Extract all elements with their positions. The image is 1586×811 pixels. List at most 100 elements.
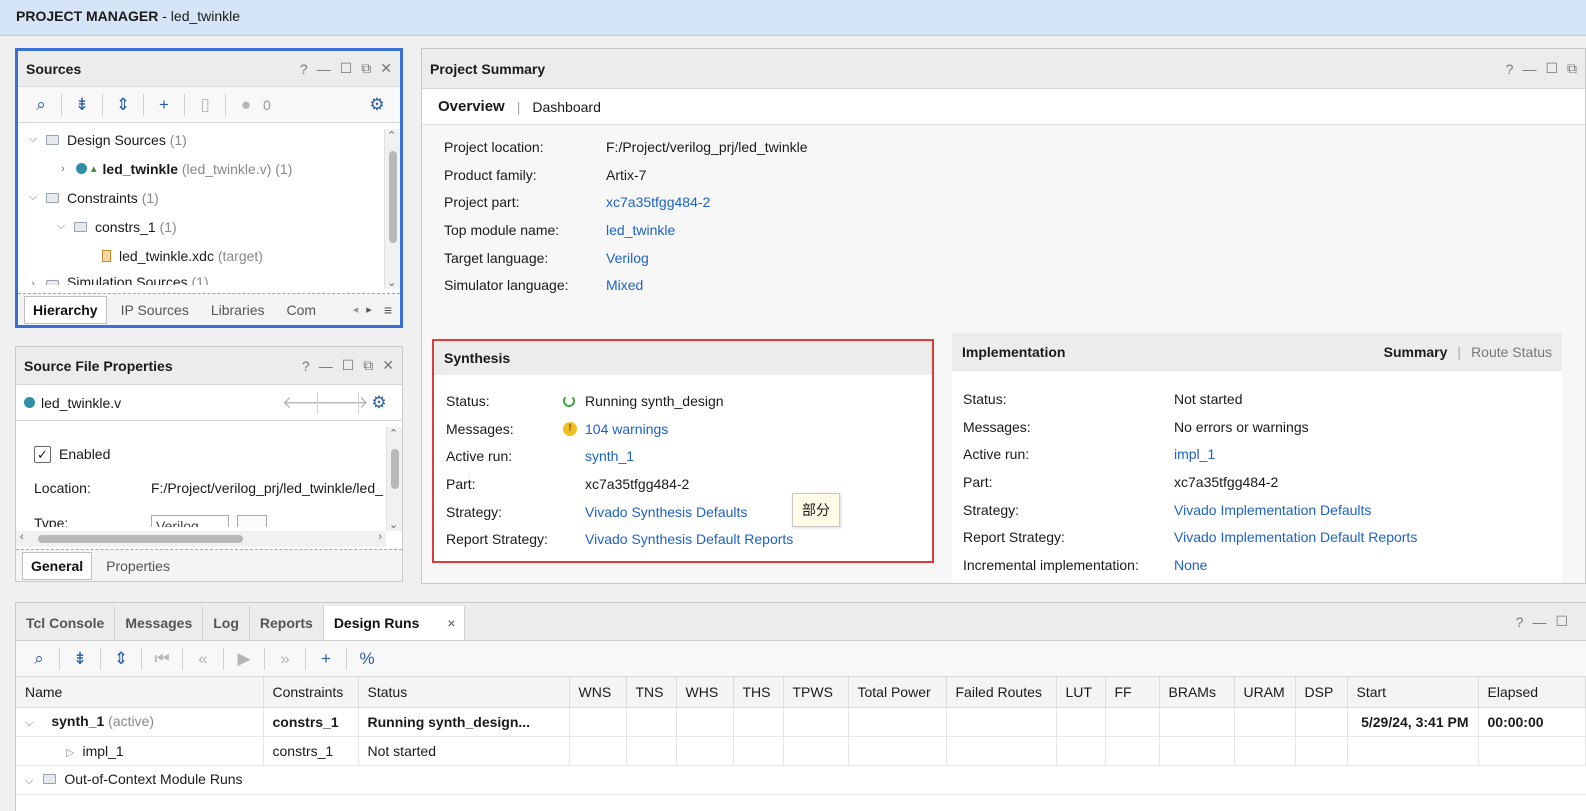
table-row[interactable]: ⌵ synth_1 (active) constrs_1 Running synt… <box>16 707 1586 737</box>
collapse-all-icon[interactable]: ⇟ <box>65 649 95 669</box>
enabled-checkbox[interactable]: ✓ <box>34 445 51 463</box>
col-failed-routes[interactable]: Failed Routes <box>946 677 1057 708</box>
scroll-down-icon[interactable]: ⌄ <box>387 276 396 289</box>
tab-dashboard[interactable]: Dashboard <box>532 99 601 115</box>
forward-arrow-icon[interactable]: 🡒 <box>323 393 369 413</box>
maximize-icon[interactable]: ☐ <box>342 357 355 374</box>
tab-log[interactable]: Log <box>203 606 250 640</box>
tab-general[interactable]: General <box>22 551 93 580</box>
impl-report-strategy-link[interactable]: Vivado Implementation Default Reports <box>1174 529 1417 545</box>
gear-icon[interactable]: ⚙ <box>362 95 392 115</box>
chevron-down-icon[interactable]: ⌵ <box>26 133 40 146</box>
scroll-thumb[interactable] <box>391 449 399 489</box>
add-sources-icon[interactable]: + <box>149 95 179 115</box>
close-icon[interactable]: ✕ <box>380 60 392 77</box>
type-browse-button[interactable]: … <box>237 515 267 527</box>
col-wns[interactable]: WNS <box>569 677 627 708</box>
col-whs[interactable]: WHS <box>676 677 734 708</box>
synth-report-strategy-link[interactable]: Vivado Synthesis Default Reports <box>585 531 793 547</box>
tab-scroll-left-icon[interactable]: ◂ <box>353 303 359 316</box>
type-select[interactable]: Verilog <box>151 515 229 527</box>
synth-warnings-link[interactable]: 104 warnings <box>585 421 668 437</box>
scroll-down-icon[interactable]: ⌄ <box>389 518 398 531</box>
impl-incremental-link[interactable]: None <box>1174 557 1207 573</box>
chevron-down-icon[interactable]: ⌵ <box>54 220 68 233</box>
tab-menu-icon[interactable]: ≡ <box>384 302 392 318</box>
col-constraints[interactable]: Constraints <box>263 677 359 708</box>
tree-item-constrs-1[interactable]: ⌵ constrs_1 (1) <box>18 212 384 241</box>
scroll-left-icon[interactable]: ‹ <box>20 531 24 543</box>
minimize-icon[interactable]: — <box>1522 61 1536 77</box>
simulator-language-link[interactable]: Mixed <box>606 277 643 293</box>
collapse-all-icon[interactable]: ⇟ <box>67 95 97 115</box>
search-icon[interactable]: ⌕ <box>24 649 54 669</box>
synth-strategy-link[interactable]: Vivado Synthesis Defaults <box>585 504 747 520</box>
table-row[interactable]: ▷ impl_1 constrs_1 Not started <box>16 736 1586 766</box>
step-back-icon[interactable]: « <box>188 649 218 669</box>
project-part-link[interactable]: xc7a35tfgg484-2 <box>606 194 710 210</box>
chevron-right-icon[interactable]: › <box>26 278 40 285</box>
minimize-icon[interactable]: — <box>319 358 333 374</box>
help-icon[interactable]: ? <box>1516 614 1524 630</box>
tree-item-constraints[interactable]: ⌵ Constraints (1) <box>18 183 384 212</box>
col-ths[interactable]: THS <box>733 677 784 708</box>
gear-icon[interactable]: ⚙ <box>364 393 394 413</box>
tree-item-xdc[interactable]: led_twinkle.xdc (target) <box>18 241 384 270</box>
chevron-down-icon[interactable]: ⌵ <box>25 775 33 787</box>
float-icon[interactable]: ⧉ <box>1567 60 1577 77</box>
top-module-link[interactable]: led_twinkle <box>606 222 675 238</box>
tab-messages[interactable]: Messages <box>115 606 204 640</box>
col-uram[interactable]: URAM <box>1234 677 1296 708</box>
tab-hierarchy[interactable]: Hierarchy <box>24 295 107 324</box>
col-start[interactable]: Start <box>1347 677 1479 708</box>
col-elapsed[interactable]: Elapsed <box>1478 677 1586 708</box>
scroll-up-icon[interactable]: ⌃ <box>389 427 398 440</box>
tab-ip-sources[interactable]: IP Sources <box>113 297 197 323</box>
unknown-file-icon[interactable]: ▯ <box>190 95 220 115</box>
impl-strategy-link[interactable]: Vivado Implementation Defaults <box>1174 502 1371 518</box>
col-tns[interactable]: TNS <box>626 677 677 708</box>
scroll-thumb[interactable] <box>389 151 397 243</box>
properties-hscroll[interactable]: ‹ › <box>16 531 386 547</box>
col-total-power[interactable]: Total Power <box>848 677 947 708</box>
tree-item-led-twinkle[interactable]: › ▴ led_twinkle (led_twinkle.v) (1) <box>18 154 384 183</box>
chevron-down-icon[interactable]: ⌵ <box>26 191 40 204</box>
search-icon[interactable]: ⌕ <box>26 95 56 115</box>
chevron-right-icon[interactable]: › <box>56 163 70 175</box>
tab-scroll-right-icon[interactable]: ▸ <box>366 303 372 316</box>
maximize-icon[interactable]: ☐ <box>1545 60 1558 77</box>
close-icon[interactable]: ✕ <box>382 357 394 374</box>
tab-compile-order[interactable]: Com <box>279 297 325 323</box>
tree-scrollbar[interactable]: ⌃ ⌄ <box>384 129 400 289</box>
hscroll-thumb[interactable] <box>38 535 243 543</box>
chevron-down-icon[interactable]: ⌵ <box>25 717 33 729</box>
back-arrow-icon[interactable]: 🡐 <box>282 393 328 413</box>
expand-all-icon[interactable]: ⇕ <box>108 95 138 115</box>
tab-design-runs[interactable]: Design Runs × <box>323 606 465 640</box>
tab-libraries[interactable]: Libraries <box>203 297 273 323</box>
synth-active-run-link[interactable]: synth_1 <box>585 448 634 464</box>
col-lut[interactable]: LUT <box>1056 677 1106 708</box>
table-row[interactable]: ⌵ Out-of-Context Module Runs <box>16 765 1586 795</box>
tab-properties[interactable]: Properties <box>98 553 178 579</box>
percent-icon[interactable]: % <box>352 649 382 669</box>
properties-vscroll[interactable]: ⌃ ⌄ <box>386 427 402 531</box>
scroll-right-icon[interactable]: › <box>378 531 382 543</box>
col-brams[interactable]: BRAMs <box>1159 677 1235 708</box>
col-tpws[interactable]: TPWS <box>783 677 849 708</box>
tab-tcl-console[interactable]: Tcl Console <box>16 606 116 640</box>
col-status[interactable]: Status <box>358 677 570 708</box>
minimize-icon[interactable]: — <box>1532 614 1546 630</box>
col-name[interactable]: Name <box>16 677 264 708</box>
col-ff[interactable]: FF <box>1105 677 1160 708</box>
help-icon[interactable]: ? <box>302 358 310 374</box>
expand-all-icon[interactable]: ⇕ <box>106 649 136 669</box>
close-tab-icon[interactable]: × <box>447 615 455 631</box>
add-run-icon[interactable]: + <box>311 649 341 669</box>
maximize-icon[interactable]: ☐ <box>340 60 353 77</box>
help-icon[interactable]: ? <box>1506 61 1514 77</box>
target-language-link[interactable]: Verilog <box>606 250 649 266</box>
step-forward-icon[interactable]: » <box>270 649 300 669</box>
run-icon[interactable]: ▶ <box>229 649 259 669</box>
float-icon[interactable]: ⧉ <box>363 357 373 374</box>
